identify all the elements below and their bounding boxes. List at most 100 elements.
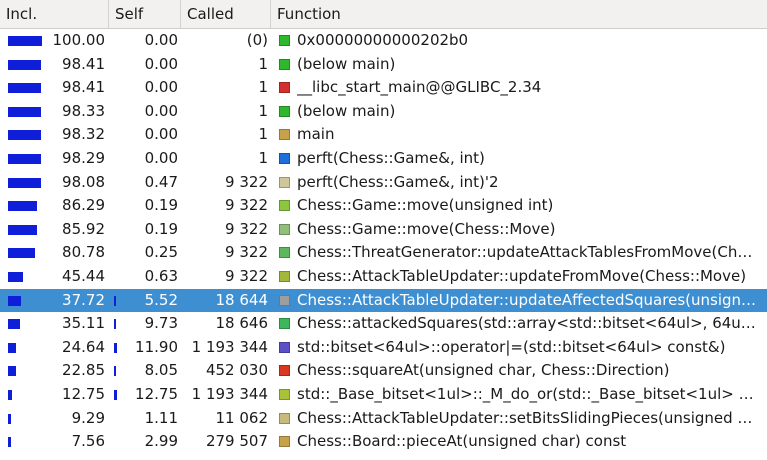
- self-value: 11.90: [135, 337, 178, 356]
- self-value: 0.00: [144, 78, 178, 97]
- function-name: 0x00000000000202b0: [297, 31, 469, 49]
- self-value: 0.47: [144, 172, 178, 191]
- self-value: 0.00: [144, 101, 178, 120]
- table-row[interactable]: 22.85 8.05 452 030 Chess::squareAt(unsigned…: [0, 359, 767, 383]
- called-count: 9 322: [225, 172, 268, 191]
- function-name: __libc_start_main@@GLIBC_2.34: [297, 78, 542, 97]
- function-name: Chess::Game::move(Chess::Move): [297, 219, 556, 238]
- incl-cost-bar: [8, 106, 41, 117]
- incl-cost-bar: [8, 177, 41, 188]
- cost-color-swatch-icon: [279, 223, 290, 235]
- table-row[interactable]: 80.78 0.25 9 322 Chess::ThreatGenerator::up…: [0, 241, 767, 265]
- incl-value: 35.11: [62, 314, 105, 333]
- table-row[interactable]: 9.29 1.11 11 062 Chess::AttackTableUpdater:…: [0, 407, 767, 431]
- self-value: 0.19: [144, 219, 178, 238]
- table-row[interactable]: 37.72 5.52 18 644 Chess::AttackTableUpdater…: [0, 288, 767, 313]
- cost-color-swatch-icon: [279, 105, 290, 117]
- function-name: Chess::AttackTableUpdater::updateFromMov…: [297, 266, 747, 285]
- function-name: Chess::attackedSquares(std::array<std::b…: [297, 314, 759, 333]
- called-count: (0): [246, 31, 268, 49]
- called-count: 18 644: [215, 290, 269, 309]
- cost-color-swatch-icon: [279, 365, 290, 377]
- incl-cost-bar: [8, 153, 41, 164]
- incl-value: 45.44: [62, 266, 105, 285]
- self-value: 12.75: [135, 384, 178, 403]
- incl-value: 98.41: [62, 78, 105, 97]
- cost-color-swatch-icon: [279, 200, 290, 212]
- incl-value: 9.29: [71, 408, 105, 427]
- incl-cost-bar: [8, 295, 21, 306]
- incl-value: 7.56: [71, 432, 105, 451]
- table-row[interactable]: 98.32 0.00 1 main: [0, 123, 767, 147]
- incl-cost-bar: [8, 248, 35, 259]
- function-name: std::bitset<64ul>::operator|=(std::bitse…: [297, 337, 726, 356]
- incl-value: 100.00: [52, 31, 106, 49]
- called-count: 11 062: [215, 408, 269, 427]
- column-header-incl[interactable]: Incl.: [0, 0, 109, 28]
- incl-value: 98.29: [62, 148, 105, 167]
- function-name: Chess::squareAt(unsigned char, Chess::Di…: [297, 361, 670, 380]
- function-name: (below main): [297, 54, 396, 73]
- table-row[interactable]: 98.08 0.47 9 322 perft(Chess::Game&, int)'2: [0, 171, 767, 195]
- self-value: 0.00: [144, 54, 178, 73]
- self-cost-bar: [114, 366, 116, 377]
- table-row[interactable]: 98.41 0.00 1 __libc_start_main@@GLIBC_2.34: [0, 76, 767, 100]
- function-name: main: [297, 125, 335, 144]
- incl-value: 22.85: [62, 361, 105, 380]
- called-count: 1 193 344: [191, 337, 268, 356]
- incl-value: 86.29: [62, 196, 105, 215]
- cost-color-swatch-icon: [279, 129, 290, 141]
- table-row[interactable]: 7.56 2.99 279 507 Chess::Board::pieceAt(uns…: [0, 430, 767, 454]
- incl-cost-bar: [8, 413, 11, 424]
- function-name: Chess::Board::pieceAt(unsigned char) con…: [297, 432, 627, 451]
- called-count: 1: [258, 101, 268, 120]
- called-count: 1: [258, 54, 268, 73]
- incl-cost-bar: [8, 224, 37, 235]
- table-row[interactable]: 86.29 0.19 9 322 Chess::Game::move(unsigned…: [0, 194, 767, 218]
- column-header-function[interactable]: Function: [271, 0, 767, 28]
- table-row[interactable]: 98.41 0.00 1 (below main): [0, 53, 767, 77]
- function-name: Chess::AttackTableUpdater::setBitsSlidin…: [297, 408, 759, 427]
- function-name: Chess::AttackTableUpdater::updateAffecte…: [297, 290, 759, 309]
- called-count: 1 193 344: [191, 384, 268, 403]
- cost-color-swatch-icon: [279, 318, 290, 330]
- cost-color-swatch-icon: [279, 152, 290, 164]
- function-name: perft(Chess::Game&, int)'2: [297, 172, 499, 191]
- function-name: std::_Base_bitset<1ul>::_M_do_or(std::_B…: [297, 384, 759, 403]
- function-name: Chess::Game::move(unsigned int): [297, 196, 554, 215]
- self-cost-bar: [114, 389, 117, 400]
- table-row[interactable]: 98.33 0.00 1 (below main): [0, 100, 767, 124]
- function-list[interactable]: 100.00 0.00 (0) 0x00000000000202b0 98.41 0.00…: [0, 29, 767, 460]
- incl-cost-bar: [8, 437, 11, 448]
- table-row[interactable]: 35.11 9.73 18 646 Chess::attackedSquares(st…: [0, 312, 767, 336]
- cost-color-swatch-icon: [279, 176, 290, 188]
- cost-color-swatch-icon: [279, 436, 290, 448]
- self-value: 0.00: [144, 148, 178, 167]
- table-row[interactable]: 100.00 0.00 (0) 0x00000000000202b0: [0, 29, 767, 53]
- table-row[interactable]: 85.92 0.19 9 322 Chess::Game::move(Chess::M…: [0, 218, 767, 242]
- self-value: 1.11: [144, 408, 178, 427]
- called-count: 9 322: [225, 266, 268, 285]
- self-value: 0.19: [144, 196, 178, 215]
- incl-value: 98.33: [62, 101, 105, 120]
- called-count: 1: [258, 148, 268, 167]
- incl-cost-bar: [8, 130, 41, 141]
- column-header-called[interactable]: Called: [181, 0, 271, 28]
- incl-cost-bar: [8, 342, 16, 353]
- cost-color-swatch-icon: [279, 247, 290, 259]
- cost-color-swatch-icon: [279, 82, 290, 94]
- table-row[interactable]: 98.29 0.00 1 perft(Chess::Game&, int): [0, 147, 767, 171]
- incl-cost-bar: [8, 59, 41, 70]
- column-header-self[interactable]: Self: [109, 0, 181, 28]
- table-row[interactable]: 12.75 12.75 1 193 344 std::_Base_bitset<1ul…: [0, 383, 767, 407]
- column-header: Incl. Self Called Function: [0, 0, 767, 29]
- table-row[interactable]: 45.44 0.63 9 322 Chess::AttackTableUpdater:…: [0, 265, 767, 289]
- incl-value: 98.41: [62, 54, 105, 73]
- self-value: 0.63: [144, 266, 178, 285]
- incl-value: 80.78: [62, 243, 105, 262]
- table-row[interactable]: 24.64 11.90 1 193 344 std::bitset<64ul>::op…: [0, 336, 767, 360]
- called-count: 1: [258, 78, 268, 97]
- called-count: 9 322: [225, 219, 268, 238]
- incl-value: 85.92: [62, 219, 105, 238]
- self-cost-bar: [114, 319, 116, 330]
